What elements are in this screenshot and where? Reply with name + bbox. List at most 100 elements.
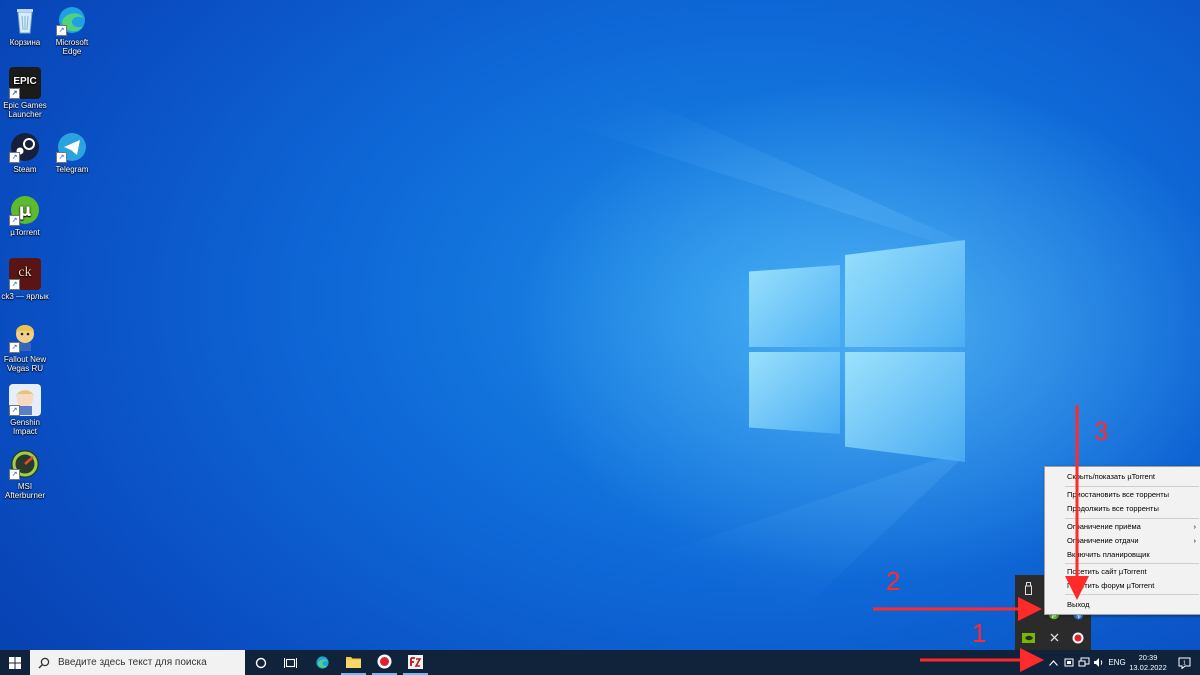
shortcut-arrow-icon: ↗ bbox=[9, 279, 20, 290]
logo-pane bbox=[749, 265, 840, 347]
menu-separator bbox=[1065, 486, 1199, 487]
menu-item-toggle-window[interactable]: Скрыть/показать µTorrent bbox=[1045, 470, 1200, 483]
menu-separator bbox=[1065, 594, 1199, 595]
shortcut-arrow-icon: ↗ bbox=[56, 25, 67, 36]
cortana-icon bbox=[255, 657, 267, 668]
shortcut-arrow-icon: ↗ bbox=[9, 215, 20, 226]
file-explorer-icon bbox=[346, 657, 361, 668]
chevron-up-icon bbox=[1048, 659, 1058, 666]
desktop-icon-ck3[interactable]: ck ↗ ck3 — ярлык bbox=[0, 258, 50, 301]
shortcut-arrow-icon: ↗ bbox=[9, 405, 20, 416]
desktop-icon-utorrent[interactable]: µ ↗ µTorrent bbox=[0, 194, 50, 237]
edge-icon: ↗ bbox=[56, 4, 88, 36]
task-view-button[interactable] bbox=[279, 650, 301, 675]
chevron-right-icon: › bbox=[1193, 522, 1197, 531]
tray-device-button[interactable] bbox=[1062, 650, 1076, 675]
start-button[interactable] bbox=[0, 650, 30, 675]
tray-recorder-button[interactable] bbox=[1071, 631, 1085, 645]
clock-date: 13.02.2022 bbox=[1129, 662, 1167, 672]
genshin-icon: ↗ bbox=[9, 384, 41, 416]
chevron-right-icon: › bbox=[1193, 536, 1197, 545]
utorrent-context-menu: Скрыть/показать µTorrent Приостановить в… bbox=[1044, 466, 1200, 615]
menu-item-download-limit[interactable]: Ограничение приёма › bbox=[1045, 520, 1200, 533]
menu-separator bbox=[1065, 518, 1199, 519]
desktop-icon-msi[interactable]: ↗ MSI Afterburner bbox=[0, 448, 50, 500]
desktop-icon-genshin[interactable]: ↗ Genshin Impact bbox=[0, 384, 50, 436]
logo-pane bbox=[845, 240, 965, 347]
shortcut-arrow-icon: ↗ bbox=[9, 152, 20, 163]
desktop-icon-label: MSI Afterburner bbox=[4, 482, 46, 500]
desktop-icon-label: Microsoft Edge bbox=[55, 38, 89, 56]
desktop-icon-label: Steam bbox=[13, 165, 37, 174]
menu-item-visit-forum[interactable]: Посетить форум µTorrent bbox=[1045, 579, 1200, 592]
msi-afterburner-icon: ↗ bbox=[9, 448, 41, 480]
language-indicator[interactable]: ENG bbox=[1106, 650, 1128, 675]
svg-text:µ: µ bbox=[19, 201, 32, 221]
desktop-icon-label: Fallout New Vegas RU bbox=[3, 355, 47, 373]
clock-time: 20:39 bbox=[1138, 652, 1158, 662]
device-icon bbox=[1064, 658, 1073, 667]
desktop-icon-label: Epic Games Launcher bbox=[3, 101, 47, 119]
menu-item-scheduler[interactable]: Включить планировщик bbox=[1045, 548, 1200, 561]
desktop-icon-recycle-bin[interactable]: Корзина bbox=[0, 4, 50, 47]
desktop-icon-epic[interactable]: EPIC ↗ Epic Games Launcher bbox=[0, 67, 50, 119]
record-icon bbox=[377, 654, 392, 669]
menu-separator bbox=[1065, 563, 1199, 564]
telegram-icon: ↗ bbox=[56, 131, 88, 163]
desktop-wallpaper: Корзина ↗ Microsoft Edge EPIC ↗ Epic Gam… bbox=[0, 0, 1200, 650]
steam-icon: ↗ bbox=[9, 131, 41, 163]
desktop-icon-label: Telegram bbox=[55, 165, 89, 174]
logo-pane bbox=[749, 352, 840, 434]
menu-item-visit-site[interactable]: Посетить сайт µTorrent bbox=[1045, 565, 1200, 578]
nvidia-icon bbox=[1021, 633, 1035, 643]
tray-network-button[interactable] bbox=[1077, 650, 1091, 675]
taskbar-file-explorer[interactable] bbox=[341, 650, 366, 675]
tray-nvidia-button[interactable] bbox=[1021, 631, 1035, 645]
filezilla-icon bbox=[408, 654, 423, 669]
wallpaper-light-beam bbox=[180, 0, 960, 250]
desktop-icon-fallout[interactable]: ↗ Fallout New Vegas RU bbox=[0, 321, 50, 373]
menu-item-exit[interactable]: Выход bbox=[1045, 598, 1200, 611]
taskbar-edge[interactable] bbox=[310, 650, 335, 675]
menu-item-pause-all[interactable]: Приостановить все торренты bbox=[1045, 488, 1200, 501]
desktop-icon-label: µTorrent bbox=[10, 228, 40, 237]
desktop-icon-steam[interactable]: ↗ Steam bbox=[0, 131, 50, 174]
recycle-bin-icon bbox=[9, 4, 41, 36]
taskbar-recorder[interactable] bbox=[372, 650, 397, 675]
desktop-icon-label: Корзина bbox=[9, 38, 41, 47]
ck3-icon: ck ↗ bbox=[9, 258, 41, 290]
shortcut-arrow-icon: ↗ bbox=[9, 469, 20, 480]
taskbar-filezilla[interactable] bbox=[403, 650, 428, 675]
tray-volume-button[interactable] bbox=[1092, 650, 1106, 675]
menu-item-upload-limit[interactable]: Ограничение отдачи › bbox=[1045, 534, 1200, 547]
epic-games-icon: EPIC ↗ bbox=[9, 67, 41, 99]
clock[interactable]: 20:39 13.02.2022 bbox=[1128, 650, 1168, 675]
edge-icon bbox=[316, 656, 329, 669]
taskbar-search-box[interactable]: Введите здесь текст для поиска bbox=[30, 650, 245, 675]
show-hidden-icons-button[interactable] bbox=[1046, 650, 1060, 675]
logo-pane bbox=[845, 352, 965, 462]
tray-usb-button[interactable] bbox=[1021, 581, 1035, 595]
cursor-icon bbox=[1050, 633, 1058, 641]
annotation-label-2: 2 bbox=[886, 566, 901, 596]
annotation-label-1: 1 bbox=[972, 618, 987, 648]
desktop-icon-label: ck3 — ярлык bbox=[1, 292, 49, 301]
utorrent-icon: µ ↗ bbox=[9, 194, 41, 226]
shortcut-arrow-icon: ↗ bbox=[56, 152, 67, 163]
desktop-icon-telegram[interactable]: ↗ Telegram bbox=[47, 131, 97, 174]
network-icon bbox=[1078, 657, 1090, 667]
shortcut-arrow-icon: ↗ bbox=[9, 88, 20, 99]
speaker-icon bbox=[1094, 658, 1103, 667]
usb-icon bbox=[1024, 581, 1032, 595]
svg-text:1: 1 bbox=[1182, 660, 1185, 666]
menu-item-resume-all[interactable]: Продолжить все торренты bbox=[1045, 502, 1200, 515]
taskbar: Введите здесь текст для поиска ENG 20:39… bbox=[0, 650, 1200, 675]
record-icon bbox=[1072, 632, 1084, 644]
task-view-icon bbox=[283, 657, 297, 668]
desktop-icon-edge[interactable]: ↗ Microsoft Edge bbox=[47, 4, 97, 56]
fallout-icon: ↗ bbox=[9, 321, 41, 353]
shortcut-arrow-icon: ↗ bbox=[9, 342, 20, 353]
cortana-button[interactable] bbox=[250, 650, 272, 675]
action-center-button[interactable]: 1 bbox=[1174, 650, 1194, 675]
tray-cursor-button[interactable] bbox=[1047, 631, 1061, 645]
